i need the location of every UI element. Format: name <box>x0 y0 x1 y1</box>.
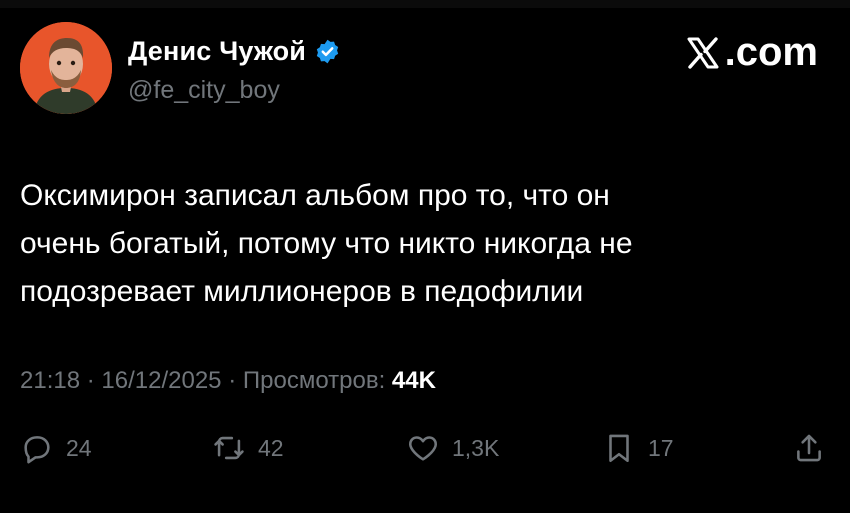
tweet-line: очень богатый, потому что никто никогда … <box>20 227 633 260</box>
reply-icon <box>24 436 50 464</box>
author-name[interactable]: Денис Чужой <box>128 36 341 67</box>
bookmark-icon <box>609 434 629 463</box>
tweet-time[interactable]: 21:18 <box>20 367 80 394</box>
share-button[interactable] <box>792 428 826 468</box>
bookmark-button[interactable]: 17 <box>602 428 674 468</box>
meta-separator: · <box>86 367 95 394</box>
repost-icon <box>214 436 244 460</box>
author-handle[interactable]: @fe_city_boy <box>128 76 280 105</box>
like-count: 1,3K <box>452 434 500 461</box>
tweet-text: Оксимирон записал альбом про то, что он … <box>20 172 820 316</box>
avatar[interactable] <box>20 22 112 114</box>
views-count: 44K <box>391 367 436 394</box>
x-com-brand: .com <box>683 30 818 75</box>
repost-button[interactable]: 42 <box>212 428 284 468</box>
tweet-line: подозревает миллионеров в педофилии <box>20 275 584 308</box>
x-logo-icon <box>687 36 719 69</box>
views-label: Просмотров: <box>242 367 386 394</box>
share-icon <box>797 434 821 462</box>
repost-count: 42 <box>258 434 284 461</box>
like-button[interactable]: 1,3K <box>406 428 499 468</box>
avatar-portrait-icon <box>20 22 112 114</box>
reply-button[interactable]: 24 <box>20 428 92 468</box>
brand-domain-suffix: .com <box>724 30 818 74</box>
tweet-line: Оксимирон записал альбом про то, что он <box>20 179 610 212</box>
tweet-date[interactable]: 16/12/2025 <box>101 367 221 394</box>
top-edge-bar <box>0 0 850 8</box>
heart-icon <box>409 436 437 461</box>
bookmark-count: 17 <box>648 434 674 461</box>
verified-badge-icon <box>316 39 339 64</box>
action-bar: 24 42 1,3K 17 <box>20 428 832 468</box>
reply-count: 24 <box>66 434 92 461</box>
meta-separator: · <box>228 367 237 394</box>
tweet-meta: 21:18 · 16/12/2025 · Просмотров: 44K <box>20 367 436 395</box>
author-name-text[interactable]: Денис Чужой <box>128 36 306 67</box>
